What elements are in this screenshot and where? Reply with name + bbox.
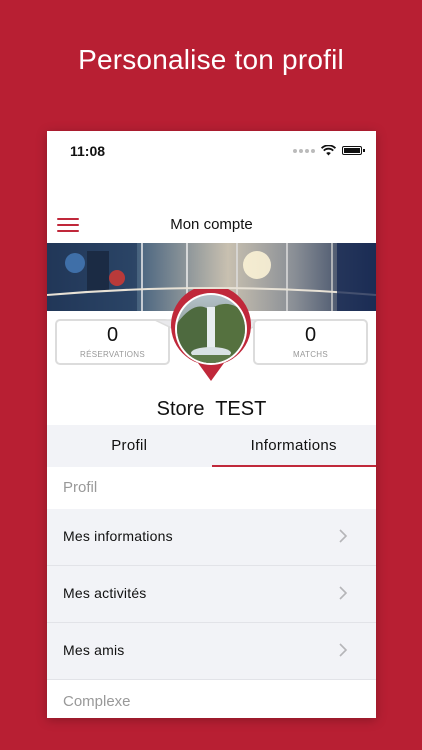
profile-name: Store TEST: [156, 398, 267, 420]
reservations-label: RÉSERVATIONS: [80, 350, 145, 359]
list-item-label: Mes activités: [63, 585, 147, 601]
reservations-count: 0: [106, 324, 119, 346]
profile-avatar[interactable]: [168, 285, 254, 381]
matchs-label: MATCHS: [293, 350, 328, 359]
chevron-right-icon: [339, 586, 348, 600]
status-bar: 11:08: [47, 131, 376, 175]
section-header-complexe: Complexe: [47, 681, 376, 718]
matchs-stat[interactable]: 0 MATCHS: [253, 319, 368, 365]
list-item-mes-activites[interactable]: Mes activités: [47, 566, 376, 623]
battery-icon: [342, 146, 365, 155]
section-header-profil: Profil: [47, 467, 376, 509]
list-item-mes-informations[interactable]: Mes informations: [47, 509, 376, 566]
phone-screen: 11:08 Mon compte 0 RÉSERVATIONS 0 MATCHS…: [47, 131, 376, 718]
tab-profil[interactable]: Profil: [47, 425, 212, 467]
chevron-right-icon: [339, 529, 348, 543]
reservations-stat[interactable]: 0 RÉSERVATIONS: [55, 319, 170, 365]
status-time: 11:08: [70, 143, 106, 159]
page-headline: Personalise ton profil: [78, 44, 344, 75]
tab-informations[interactable]: Informations: [211, 425, 377, 467]
wifi-icon: [321, 145, 336, 156]
profile-tabs: Profil Informations: [47, 425, 376, 467]
navbar: Mon compte: [47, 207, 376, 243]
signal-icon: [293, 148, 315, 153]
chevron-right-icon: [339, 643, 348, 657]
status-icons: [293, 145, 365, 156]
matchs-count: 0: [304, 324, 317, 346]
list-item-label: Mes informations: [63, 528, 173, 544]
list-item-mes-amis[interactable]: Mes amis: [47, 623, 376, 680]
nav-title: Mon compte: [170, 216, 253, 233]
list-item-label: Mes amis: [63, 642, 125, 658]
